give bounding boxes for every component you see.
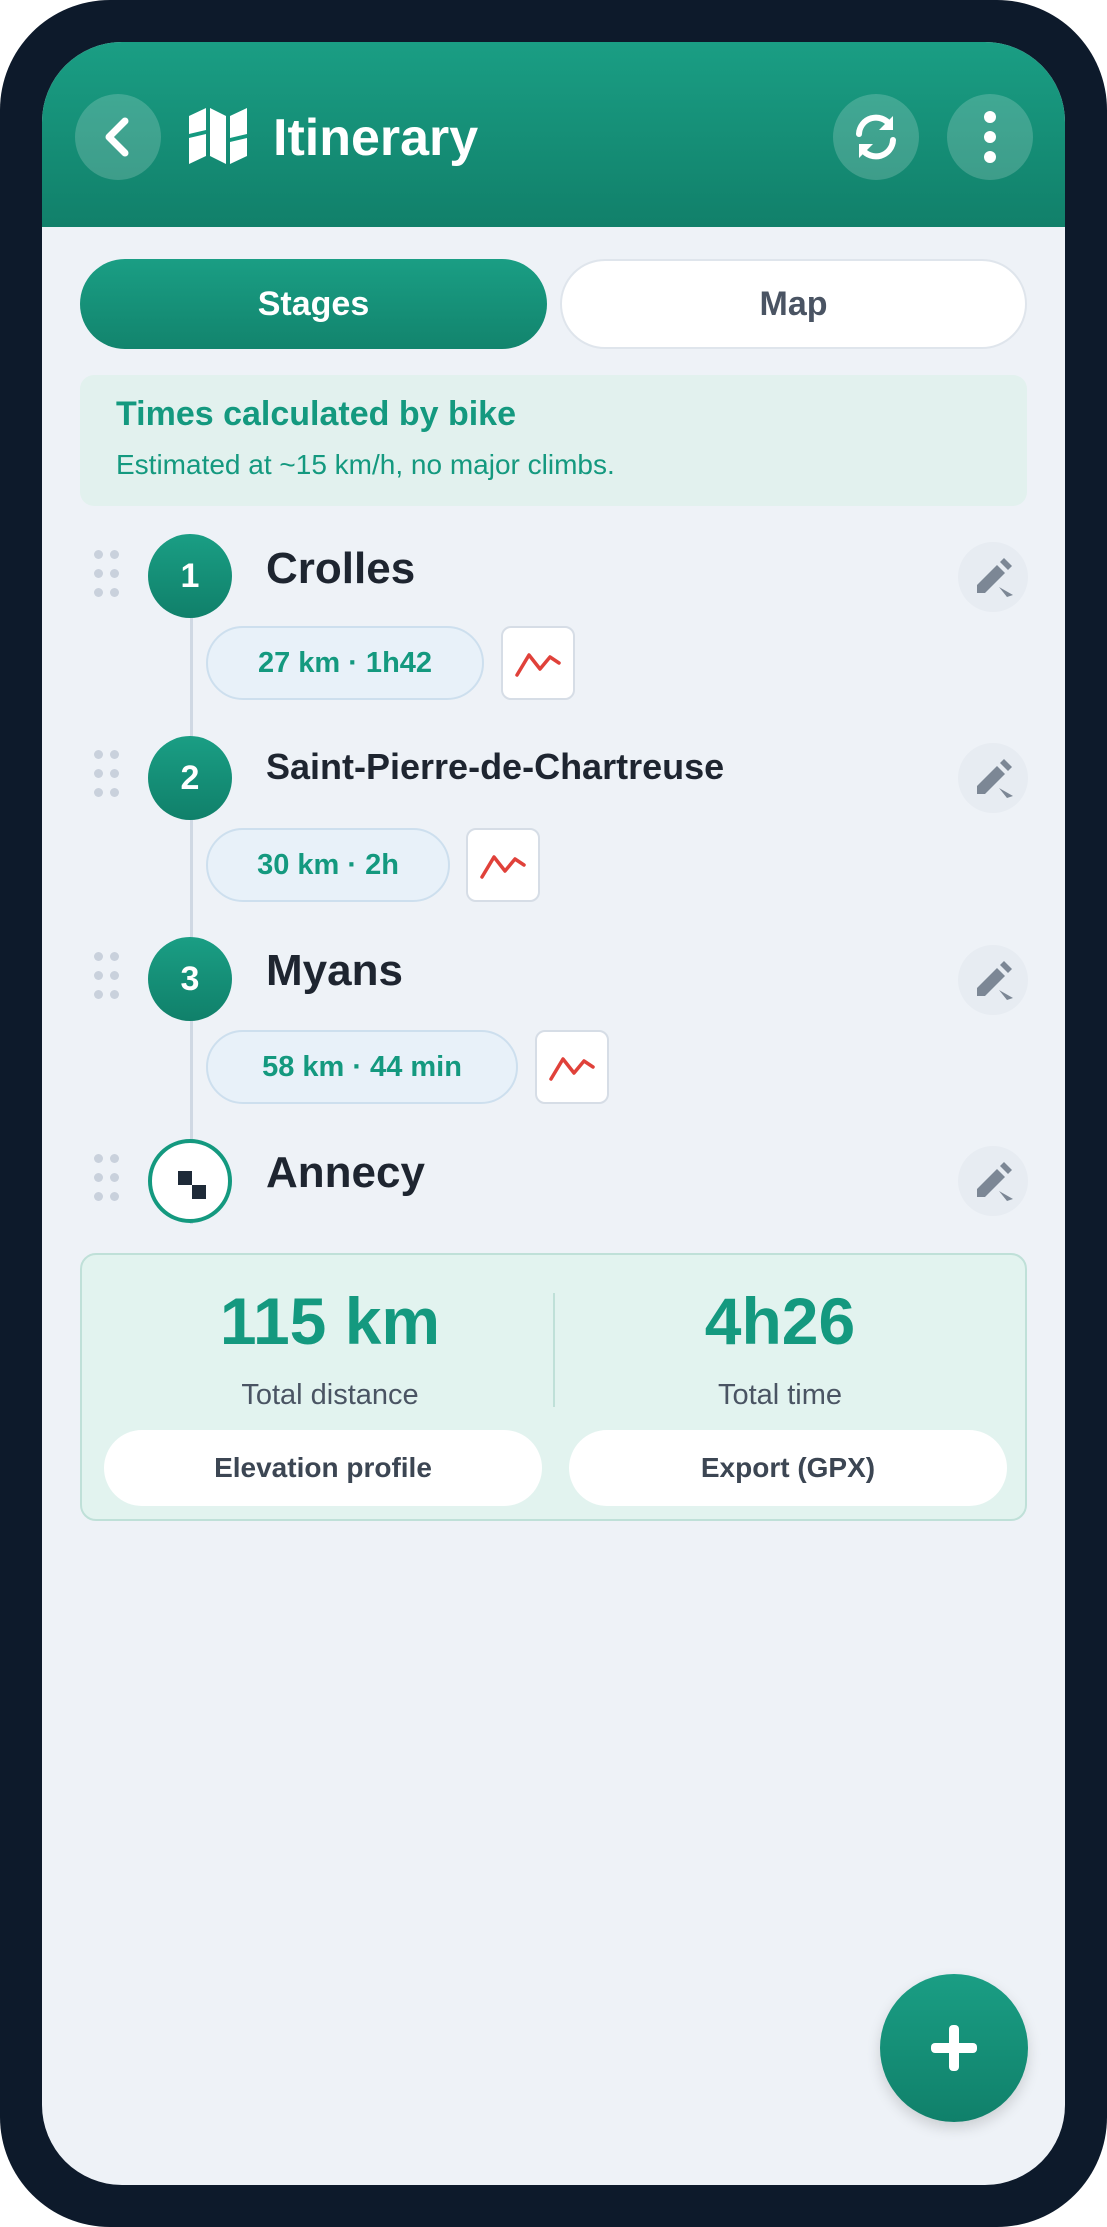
- export-gpx-button[interactable]: Export (GPX): [569, 1430, 1007, 1506]
- elevation-chart-button[interactable]: [535, 1030, 609, 1104]
- pencil-icon: [977, 759, 1013, 798]
- stage-number-badge: 3: [148, 937, 232, 1021]
- destination-name: Annecy: [266, 1148, 425, 1197]
- stage-number-badge: 2: [148, 736, 232, 820]
- total-time-label: Total time: [717, 1379, 843, 1411]
- back-button[interactable]: [75, 94, 161, 180]
- leg-distance-time: 30 km · 2h: [206, 828, 450, 902]
- drag-handle-icon[interactable]: [94, 1154, 124, 1202]
- elevation-chart-button[interactable]: [466, 828, 540, 902]
- pencil-icon: [977, 961, 1013, 1000]
- drag-handle-icon[interactable]: [94, 952, 124, 1000]
- edit-stage-button[interactable]: [958, 945, 1028, 1015]
- app-screen: Itinerary Stages Map Times calculated by…: [42, 42, 1065, 2185]
- refresh-icon: [856, 114, 896, 160]
- trend-icon: [549, 1057, 595, 1081]
- elevation-chart-button[interactable]: [501, 626, 575, 700]
- summary-divider: [553, 1293, 555, 1407]
- trend-icon: [515, 653, 561, 677]
- refresh-button[interactable]: [833, 94, 919, 180]
- pencil-icon: [977, 558, 1013, 597]
- stage-name: Crolles: [266, 544, 416, 593]
- total-time-value: 4h26: [704, 1284, 856, 1358]
- total-distance-label: Total distance: [241, 1379, 419, 1411]
- edit-stage-button[interactable]: [958, 743, 1028, 813]
- device-frame: Itinerary Stages Map Times calculated by…: [0, 0, 1107, 2227]
- edit-stage-button[interactable]: [958, 1146, 1028, 1216]
- elevation-profile-button[interactable]: Elevation profile: [104, 1430, 542, 1506]
- more-options-button[interactable]: [947, 94, 1033, 180]
- app-header: Itinerary: [42, 42, 1065, 227]
- drag-handle-icon[interactable]: [94, 750, 124, 798]
- more-vertical-icon: [984, 111, 996, 163]
- drag-handle-icon[interactable]: [94, 550, 124, 598]
- total-distance-value: 115 km: [219, 1284, 441, 1358]
- finish-flag-icon: [148, 1139, 232, 1223]
- map-icon: [187, 104, 249, 171]
- edit-stage-button[interactable]: [958, 542, 1028, 612]
- info-subtitle: Estimated at ~15 km/h, no major climbs.: [116, 449, 615, 480]
- page-title: Itinerary: [273, 109, 479, 167]
- stage-name: Myans: [266, 946, 403, 995]
- pencil-icon: [977, 1162, 1013, 1201]
- info-banner: Times calculated by bike Estimated at ~1…: [80, 375, 1027, 506]
- timeline-connector: [190, 602, 193, 1224]
- trip-summary-card: 115 km Total distance 4h26 Total time El…: [80, 1253, 1027, 1521]
- stage-name: Saint-Pierre-de-Chartreuse: [266, 746, 725, 787]
- tab-map[interactable]: Map: [560, 259, 1027, 349]
- stage-number-badge: 1: [148, 534, 232, 618]
- leg-distance-time: 58 km · 44 min: [206, 1030, 518, 1104]
- tab-stages[interactable]: Stages: [80, 259, 547, 349]
- add-stage-button[interactable]: [880, 1974, 1028, 2122]
- info-title: Times calculated by bike: [116, 395, 516, 433]
- chevron-left-icon: [105, 117, 129, 157]
- trend-icon: [480, 855, 526, 879]
- leg-distance-time: 27 km · 1h42: [206, 626, 484, 700]
- plus-icon: [931, 2025, 977, 2071]
